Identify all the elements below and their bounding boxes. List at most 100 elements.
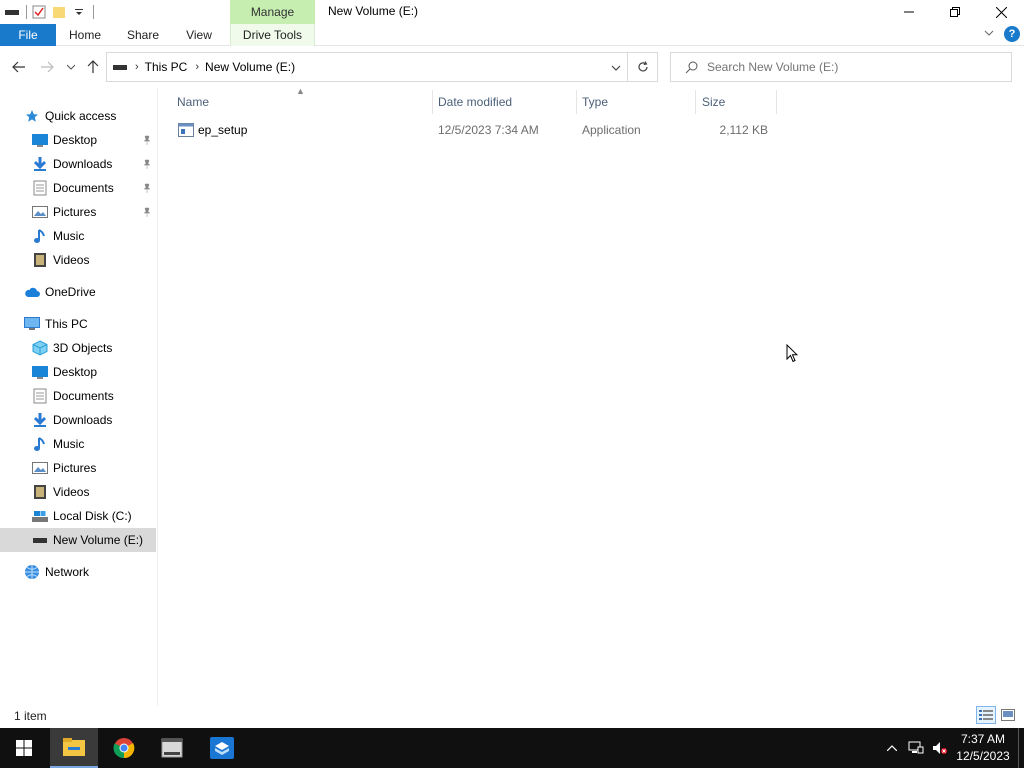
- column-header-name[interactable]: Name: [177, 90, 432, 114]
- nav-pc-pictures[interactable]: Pictures: [0, 456, 156, 480]
- customize-qat-icon[interactable]: [71, 4, 87, 20]
- tab-manage[interactable]: Manage: [230, 0, 315, 24]
- drive-icon: [32, 532, 48, 548]
- nav-qa-documents[interactable]: Documents: [0, 176, 156, 200]
- nav-pc-videos[interactable]: Videos: [0, 480, 156, 504]
- pin-icon[interactable]: [142, 206, 152, 220]
- window-title: New Volume (E:): [328, 4, 419, 18]
- properties-icon[interactable]: [31, 4, 47, 20]
- speaker-muted-icon[interactable]: [928, 728, 952, 768]
- column-divider[interactable]: [695, 90, 696, 114]
- nav-qa-videos[interactable]: Videos: [0, 248, 156, 272]
- network-icon: [24, 564, 40, 580]
- drive-icon[interactable]: [4, 4, 20, 20]
- pictures-icon: [32, 204, 48, 220]
- column-divider[interactable]: [576, 90, 577, 114]
- pane-divider[interactable]: [157, 88, 158, 706]
- nav-pc-documents[interactable]: Documents: [0, 384, 156, 408]
- breadcrumb-chevron-icon[interactable]: ›: [135, 61, 139, 73]
- nav-pc-music[interactable]: Music: [0, 432, 156, 456]
- nav-pc-desktop[interactable]: Desktop: [0, 360, 156, 384]
- nav-onedrive[interactable]: OneDrive: [0, 280, 156, 304]
- system-tray: 7:37 AM 12/5/2023: [880, 728, 1024, 768]
- nav-label: Downloads: [53, 157, 113, 171]
- large-icons-view-icon[interactable]: [998, 706, 1018, 724]
- details-view-icon[interactable]: [976, 706, 996, 724]
- taskbar-clock[interactable]: 7:37 AM 12/5/2023: [952, 731, 1014, 765]
- pin-icon[interactable]: [142, 158, 152, 172]
- up-button[interactable]: [84, 58, 102, 76]
- file-size: 2,112 KB: [719, 123, 768, 137]
- nav-pc-downloads[interactable]: Downloads: [0, 408, 156, 432]
- forward-button[interactable]: [38, 58, 56, 76]
- search-input[interactable]: [707, 60, 997, 74]
- network-status-icon[interactable]: [904, 728, 928, 768]
- nav-pc-local-disk-c[interactable]: Local Disk (C:): [0, 504, 156, 528]
- nav-label: Pictures: [53, 205, 97, 219]
- chrome-icon: [113, 738, 135, 759]
- nav-qa-downloads[interactable]: Downloads: [0, 152, 156, 176]
- nav-label: Downloads: [53, 413, 113, 427]
- star-icon: [24, 108, 40, 124]
- nav-pc-new-volume-e[interactable]: New Volume (E:): [0, 528, 156, 552]
- taskbar-app-window[interactable]: [148, 728, 196, 768]
- show-desktop-button[interactable]: [1018, 728, 1024, 768]
- taskbar-sandbox[interactable]: [198, 728, 246, 768]
- download-icon: [32, 156, 48, 172]
- nav-label: Local Disk (C:): [53, 509, 132, 523]
- application-icon: [178, 119, 194, 141]
- file-row[interactable]: ep_setup 12/5/2023 7:34 AM Application 2…: [170, 119, 776, 141]
- breadcrumb-current[interactable]: New Volume (E:): [205, 60, 295, 74]
- help-icon[interactable]: ?: [1004, 26, 1020, 42]
- column-divider[interactable]: [432, 90, 433, 114]
- quick-access-toolbar: [0, 0, 94, 24]
- view-switcher: [974, 706, 1018, 724]
- column-header-type[interactable]: Type: [582, 90, 694, 114]
- new-folder-icon[interactable]: [51, 4, 67, 20]
- nav-label: This PC: [45, 317, 88, 331]
- tab-view[interactable]: View: [176, 24, 222, 46]
- window-controls: [886, 0, 1024, 24]
- tab-home[interactable]: Home: [60, 24, 110, 46]
- refresh-button[interactable]: [627, 53, 657, 81]
- cloud-icon: [24, 284, 40, 300]
- tab-drive-tools[interactable]: Drive Tools: [230, 24, 315, 46]
- chevron-up-icon[interactable]: [880, 728, 904, 768]
- address-dropdown-icon[interactable]: [611, 61, 621, 75]
- search-box[interactable]: [670, 52, 1012, 82]
- address-bar[interactable]: › This PC › New Volume (E:): [106, 52, 658, 82]
- recent-locations-button[interactable]: [62, 58, 80, 76]
- nav-pc-3d-objects[interactable]: 3D Objects: [0, 336, 156, 360]
- back-button[interactable]: [10, 58, 28, 76]
- taskbar-chrome[interactable]: [100, 728, 148, 768]
- nav-network[interactable]: Network: [0, 560, 156, 584]
- cube-icon: [32, 340, 48, 356]
- nav-label: Documents: [53, 389, 114, 403]
- drive-icon: [113, 63, 127, 71]
- column-header-date[interactable]: Date modified: [438, 90, 576, 114]
- pin-icon[interactable]: [142, 182, 152, 196]
- tab-file[interactable]: File: [0, 24, 56, 46]
- nav-label: Quick access: [45, 109, 117, 123]
- taskbar-file-explorer[interactable]: [50, 728, 98, 768]
- nav-qa-desktop[interactable]: Desktop: [0, 128, 156, 152]
- pictures-icon: [32, 460, 48, 476]
- start-button[interactable]: [0, 728, 48, 768]
- breadcrumb-this-pc[interactable]: This PC: [145, 60, 188, 74]
- nav-qa-pictures[interactable]: Pictures: [0, 200, 156, 224]
- minimize-button[interactable]: [886, 0, 932, 24]
- expand-ribbon-icon[interactable]: [984, 27, 994, 41]
- nav-qa-music[interactable]: Music: [0, 224, 156, 248]
- breadcrumb-chevron-icon[interactable]: ›: [195, 61, 199, 73]
- nav-this-pc[interactable]: This PC: [0, 312, 156, 336]
- tab-share[interactable]: Share: [118, 24, 168, 46]
- restore-button[interactable]: [932, 0, 978, 24]
- close-button[interactable]: [978, 0, 1024, 24]
- mouse-pointer-icon: [786, 343, 799, 366]
- nav-quick-access[interactable]: Quick access: [0, 104, 156, 128]
- nav-label: Pictures: [53, 461, 97, 475]
- file-date: 12/5/2023 7:34 AM: [438, 123, 539, 137]
- column-divider[interactable]: [776, 90, 777, 114]
- column-header-size[interactable]: Size: [702, 90, 776, 114]
- pin-icon[interactable]: [142, 134, 152, 148]
